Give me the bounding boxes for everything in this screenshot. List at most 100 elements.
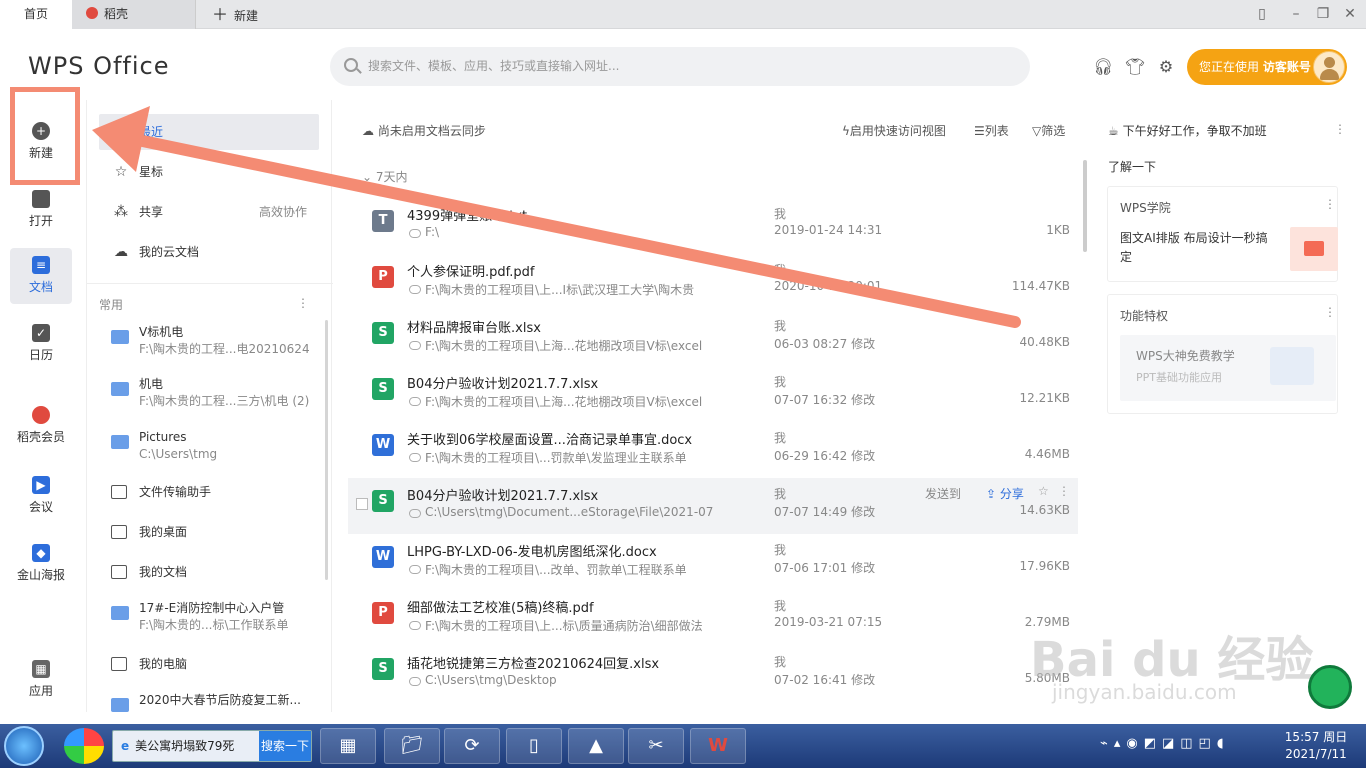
more-icon[interactable]: ⋮ bbox=[297, 296, 309, 310]
folder-icon bbox=[111, 435, 129, 449]
folder-item[interactable]: 机电 F:\陶木贵的工程...三方\机电 (2) bbox=[111, 376, 321, 410]
row-checkbox[interactable] bbox=[356, 498, 368, 510]
cloud-sync-status[interactable]: ☁ 尚未启用文档云同步 bbox=[362, 122, 486, 139]
more-icon[interactable]: ⋮ bbox=[1324, 305, 1336, 319]
more-icon[interactable]: ⋮ bbox=[1324, 197, 1336, 211]
list-label: 列表 bbox=[984, 124, 1009, 138]
file-time: 07-06 17:01 修改 bbox=[774, 561, 876, 575]
nav-apps[interactable]: ▦ 应用 bbox=[10, 654, 72, 704]
file-row[interactable]: P 细部做法工艺校准(5稿)终稿.pdf F:\陶木贵的工程项目\上...标\质量通… bbox=[348, 590, 1078, 646]
list-view-button[interactable]: ☰列表 bbox=[974, 122, 1009, 139]
more-icon[interactable]: ⋮ bbox=[1058, 484, 1070, 498]
folder-item[interactable]: 17#-E消防控制中心入户管 F:\陶木贵的...标\工作联系单 bbox=[111, 600, 321, 634]
file-type-icon: S bbox=[372, 658, 394, 680]
scrollbar[interactable] bbox=[1083, 160, 1087, 252]
nav-calendar[interactable]: ✓ 日历 bbox=[10, 318, 72, 368]
promo-banner[interactable]: WPS大神免费教学 PPT基础功能应用 bbox=[1120, 335, 1336, 401]
scissors-icon[interactable]: ✂ bbox=[628, 728, 684, 764]
file-name: 插花地锐捷第三方检查20210624回复.xlsx bbox=[407, 657, 660, 672]
quick-access-button[interactable]: ϟ启用快速访问视图 bbox=[842, 122, 946, 139]
desktop-icon bbox=[111, 525, 127, 539]
star-icon: ☆ bbox=[114, 164, 128, 180]
calculator-icon[interactable]: ▦ bbox=[320, 728, 376, 764]
nav-meeting[interactable]: ▶ 会议 bbox=[10, 470, 72, 520]
tab-home[interactable]: 首页 bbox=[0, 0, 72, 29]
file-row[interactable]: S 材料品牌报审台账.xlsx F:\陶木贵的工程项目\上海...花地棚改项目Ⅴ标\… bbox=[348, 310, 1078, 366]
search-input[interactable]: 搜索文件、模板、应用、技巧或直接输入网址... bbox=[330, 47, 1030, 86]
file-type-icon: S bbox=[372, 378, 394, 400]
minimize-button[interactable]: – bbox=[1285, 4, 1307, 24]
explorer-icon[interactable]: 📁︎ bbox=[384, 728, 440, 764]
wps-taskbar-icon[interactable]: W bbox=[690, 728, 746, 764]
image-app-icon[interactable]: ▲ bbox=[568, 728, 624, 764]
file-name: 4399弹弹堂账号.txt bbox=[407, 209, 528, 224]
start-button[interactable] bbox=[4, 726, 44, 766]
folder-item[interactable]: Pictures C:\Users\tmg bbox=[111, 429, 321, 463]
skin-icon[interactable]: 👕︎ bbox=[1125, 57, 1145, 77]
clock[interactable]: 15:57 周日 2021/7/11 bbox=[1276, 729, 1356, 763]
file-row[interactable]: S B04分户验收计划2021.7.7.xlsx F:\陶木贵的工程项目\上海...… bbox=[348, 366, 1078, 422]
item-label: 我的电脑 bbox=[139, 657, 188, 671]
nav-poster[interactable]: ◆ 金山海报 bbox=[10, 538, 72, 588]
more-icon[interactable]: ⋮ bbox=[1334, 122, 1346, 136]
nav-open[interactable]: 打开 bbox=[10, 184, 72, 234]
group-header[interactable]: ⌄ 7天内 bbox=[362, 168, 408, 185]
close-button[interactable]: ✕ bbox=[1339, 4, 1361, 24]
layout-icon[interactable]: ▯ bbox=[1251, 4, 1273, 24]
system-tray[interactable]: ⌁▴◉◩◪◫◰◖ bbox=[1100, 736, 1270, 758]
nav-recent[interactable]: ◷ 最近 bbox=[99, 114, 319, 150]
file-row[interactable]: S 插花地锐捷第三方检查20210624回复.xlsx C:\Users\tmg\D… bbox=[348, 646, 1078, 702]
my-documents-item[interactable]: 我的文档 bbox=[111, 562, 321, 582]
tab-daoke[interactable]: 稻壳 bbox=[72, 0, 196, 29]
filter-button[interactable]: ▽筛选 bbox=[1032, 122, 1065, 139]
account-name: 访客账号 bbox=[1262, 60, 1311, 74]
nav-cloud-docs[interactable]: ☁ 我的云文档 bbox=[99, 234, 319, 270]
left-nav: + 新建 打开 ≡ 文档 ✓ 日历 稻壳会员 ▶ 会议 ◆ 金山海报 ▦ 应用 bbox=[0, 100, 82, 712]
file-name: 细部做法工艺校准(5稿)终稿.pdf bbox=[407, 601, 594, 616]
card-title: 功能特权 bbox=[1120, 309, 1169, 323]
star-icon[interactable]: ☆ bbox=[1038, 484, 1049, 498]
nav-starred[interactable]: ☆ 星标 bbox=[99, 154, 319, 190]
folder-name: 机电 bbox=[139, 377, 164, 391]
file-row[interactable]: T 4399弹弹堂账号.txt F:\ 我 2019-01-24 14:31 1KB bbox=[348, 198, 1078, 254]
refresh-app-icon[interactable]: ⟳ bbox=[444, 728, 500, 764]
folder-name: 2020中大春节后防疫复工新... bbox=[139, 693, 301, 707]
desktop-item[interactable]: 我的桌面 bbox=[111, 522, 321, 542]
privilege-card[interactable]: 功能特权 ⋮ WPS大神免费教学 PPT基础功能应用 bbox=[1107, 294, 1338, 414]
file-name: LHPG-BY-LXD-06-发电机房图纸深化.docx bbox=[407, 545, 657, 560]
ie-search-box[interactable]: e 美公寓坍塌致79死 搜索一下 bbox=[112, 730, 312, 762]
academy-card[interactable]: WPS学院 ⋮ 图文AI排版 布局设计一秒搞定 bbox=[1107, 186, 1338, 282]
share-icon: ⇪ bbox=[986, 487, 1000, 501]
nav-shared[interactable]: ⁂ 共享 高效协作 bbox=[99, 194, 319, 230]
phone-app-icon[interactable]: ▯ bbox=[506, 728, 562, 764]
my-computer-item[interactable]: 我的电脑 bbox=[111, 654, 321, 674]
photos-app-icon[interactable] bbox=[64, 728, 104, 764]
send-to-button[interactable]: 发送到 bbox=[925, 485, 961, 502]
file-owner: 我 bbox=[774, 375, 787, 389]
share-extra: 高效协作 bbox=[258, 205, 307, 219]
nav-daoke-member[interactable]: 稻壳会员 bbox=[10, 400, 72, 450]
gear-icon[interactable]: ⚙ bbox=[1156, 57, 1176, 77]
grid-icon: ▦ bbox=[32, 660, 50, 678]
tab-new-button[interactable]: ＋ 新建 bbox=[200, 0, 300, 29]
account-button[interactable]: 您正在使用 访客账号 bbox=[1187, 49, 1347, 85]
folder-item[interactable]: 2020中大春节后防疫复工新... bbox=[111, 692, 321, 712]
folder-item[interactable]: V标机电 F:\陶木贵的工程...电20210624 bbox=[111, 324, 321, 358]
scrollbar[interactable] bbox=[325, 320, 328, 580]
file-transfer-item[interactable]: 文件传输助手 bbox=[111, 482, 321, 502]
wifi-floating-icon[interactable] bbox=[1308, 665, 1352, 709]
ie-search-button[interactable]: 搜索一下 bbox=[259, 731, 311, 761]
headset-icon[interactable]: 🎧︎ bbox=[1093, 57, 1113, 77]
nav-documents[interactable]: ≡ 文档 bbox=[10, 248, 72, 304]
file-list-panel: ☁ 尚未启用文档云同步 ϟ启用快速访问视图 ☰列表 ▽筛选 ⌄ 7天内 T 439… bbox=[334, 100, 1094, 712]
folder-icon bbox=[111, 606, 129, 620]
file-row[interactable]: W LHPG-BY-LXD-06-发电机房图纸深化.docx F:\陶木贵的工程项目… bbox=[348, 534, 1078, 590]
filter-label: 筛选 bbox=[1041, 124, 1066, 138]
location-panel: ◷ 最近 ☆ 星标 ⁂ 共享 高效协作 ☁ 我的云文档 常用 ⋮ V标机电 F:\陶木贵的工… bbox=[86, 100, 333, 712]
file-row[interactable]: P 个人参保证明.pdf.pdf F:\陶木贵的工程项目\上...Ⅰ标\武汉理工大学… bbox=[348, 254, 1078, 310]
ie-icon: e bbox=[121, 739, 130, 753]
file-row[interactable]: S B04分户验收计划2021.7.7.xlsx C:\Users\tmg\Docu… bbox=[348, 478, 1078, 534]
file-row[interactable]: W 关于收到06学校屋面设置...洽商记录单事宜.docx F:\陶木贵的工程项目\… bbox=[348, 422, 1078, 478]
restore-button[interactable]: ❐ bbox=[1312, 4, 1334, 24]
share-button[interactable]: ⇪ 分享 bbox=[986, 485, 1024, 502]
